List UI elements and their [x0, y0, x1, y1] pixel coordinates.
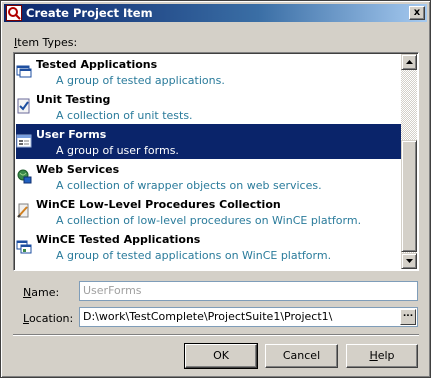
wince-procedures-icon	[17, 203, 29, 218]
name-field[interactable]: UserForms	[79, 281, 418, 301]
list-item-web-services[interactable]: Web Services A collection of wrapper obj…	[16, 159, 402, 194]
list-item-unit-testing[interactable]: Unit Testing A collection of unit tests.	[16, 89, 402, 124]
cancel-button[interactable]: Cancel	[265, 344, 338, 368]
title-bar[interactable]: Create Project Item x	[4, 4, 427, 22]
item-description: A group of user forms.	[56, 144, 179, 157]
arrow-up-icon	[406, 60, 413, 64]
item-description: A group of tested applications on WinCE …	[56, 249, 332, 262]
app-icon	[6, 5, 22, 21]
create-project-item-dialog: Create Project Item x Item Types: Tested…	[0, 0, 431, 378]
location-label: Location:	[23, 312, 74, 325]
item-types-list[interactable]: Tested Applications A group of tested ap…	[13, 52, 419, 271]
wince-apps-icon	[16, 240, 32, 254]
item-title: Unit Testing	[36, 93, 111, 106]
web-services-icon	[17, 169, 32, 184]
help-button[interactable]: Help	[346, 344, 418, 368]
dialog-title: Create Project Item	[26, 6, 153, 20]
item-title: WinCE Low-Level Procedures Collection	[36, 198, 281, 211]
list-item-wince-tested-applications[interactable]: WinCE Tested Applications A group of tes…	[16, 229, 402, 264]
item-title: User Forms	[36, 128, 107, 141]
item-title: WinCE Tested Applications	[36, 233, 201, 246]
browse-button[interactable]: ...	[400, 309, 416, 325]
item-description: A collection of low-level procedures on …	[56, 214, 362, 227]
location-field[interactable]: D:\work\TestComplete\ProjectSuite1\Proje…	[79, 307, 418, 327]
item-description: A collection of unit tests.	[56, 109, 193, 122]
arrow-down-icon	[406, 259, 413, 263]
user-forms-icon	[16, 134, 32, 148]
item-title: Tested Applications	[36, 58, 158, 71]
list-item-wince-low-level-procedures[interactable]: WinCE Low-Level Procedures Collection A …	[16, 194, 402, 229]
item-description: A collection of wrapper objects on web s…	[56, 179, 322, 192]
tested-apps-icon	[16, 65, 32, 78]
list-item-user-forms[interactable]: User Forms A group of user forms.	[16, 124, 402, 159]
scroll-thumb[interactable]	[401, 140, 417, 252]
ellipsis-icon: ...	[402, 309, 414, 319]
close-button[interactable]: x	[409, 6, 425, 20]
item-description: A group of tested applications.	[56, 74, 225, 87]
item-title: Web Services	[36, 163, 120, 176]
button-divider	[13, 334, 419, 336]
list-scrollbar[interactable]	[401, 54, 417, 269]
item-types-label: Item Types:	[14, 36, 78, 49]
unit-testing-icon	[17, 98, 30, 114]
close-icon: x	[413, 7, 421, 18]
scroll-down-button[interactable]	[401, 253, 417, 269]
list-item-tested-applications[interactable]: Tested Applications A group of tested ap…	[16, 54, 402, 89]
name-label: Name:	[23, 286, 60, 299]
ok-button[interactable]: OK	[184, 343, 258, 369]
scroll-up-button[interactable]	[401, 54, 417, 70]
